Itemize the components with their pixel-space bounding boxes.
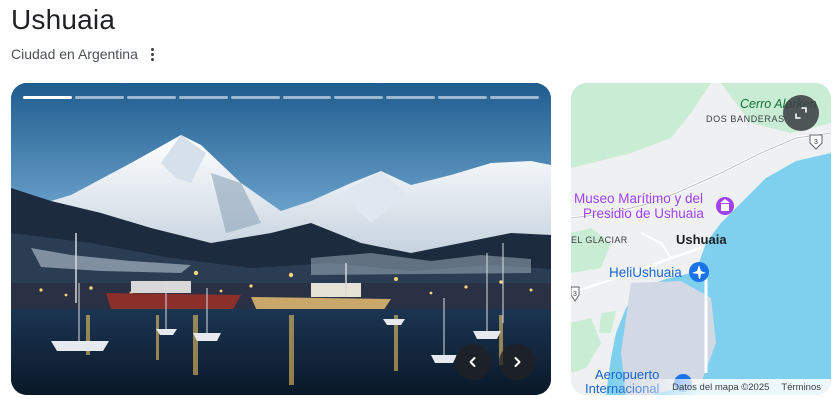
progress-segment <box>386 96 436 99</box>
airport-pin-icon <box>689 262 709 282</box>
museum-pin-icon <box>716 197 734 215</box>
terms-link[interactable]: Términos <box>781 382 821 393</box>
location-map[interactable]: 3 3 Cerro Alarken DOS BANDERAS Museo Mar… <box>571 83 831 395</box>
image-carousel[interactable] <box>11 83 551 395</box>
map-expand-button[interactable] <box>783 95 819 131</box>
map-label-museum[interactable]: Museo Marítimo y del <box>574 191 703 206</box>
map-data-credit: Datos del mapa ©2025 <box>672 381 770 393</box>
more-vert-icon-dot <box>151 52 155 56</box>
progress-segment <box>74 96 124 99</box>
map-label-museum[interactable]: Presidio de Ushuaia <box>583 206 704 221</box>
more-vert-icon <box>151 47 155 51</box>
progress-segment <box>490 96 540 99</box>
progress-segment <box>23 96 72 99</box>
progress-segment <box>230 96 280 99</box>
progress-segment <box>282 96 332 99</box>
subtitle-row: Ciudad en Argentina <box>11 45 160 63</box>
expand-icon <box>795 107 807 119</box>
carousel-progress <box>23 96 540 99</box>
progress-segment <box>334 96 384 99</box>
progress-segment <box>438 96 488 99</box>
page-title: Ushuaia <box>11 4 116 35</box>
map-label-heliport[interactable]: HeliUshuaia <box>609 265 682 280</box>
map-label-city: Ushuaia <box>676 232 727 247</box>
carousel-prev-button[interactable] <box>455 344 491 380</box>
chevron-left-icon <box>469 357 476 367</box>
route-shield-label: 3 <box>814 139 818 146</box>
progress-segment <box>178 96 228 99</box>
map-attribution: Datos del mapa ©2025 Términos <box>612 379 831 395</box>
entity-subtitle: Ciudad en Argentina <box>11 46 138 62</box>
more-vert-icon-dot <box>151 57 155 61</box>
chevron-right-icon <box>514 357 521 367</box>
map-label-neighborhood: EL GLACIAR <box>571 235 628 245</box>
more-options-button[interactable] <box>146 45 160 63</box>
map-label-neighborhood: DOS BANDERAS <box>706 114 785 124</box>
route-shield-label: 3 <box>573 291 577 298</box>
progress-segment <box>126 96 176 99</box>
carousel-next-button[interactable] <box>499 344 535 380</box>
